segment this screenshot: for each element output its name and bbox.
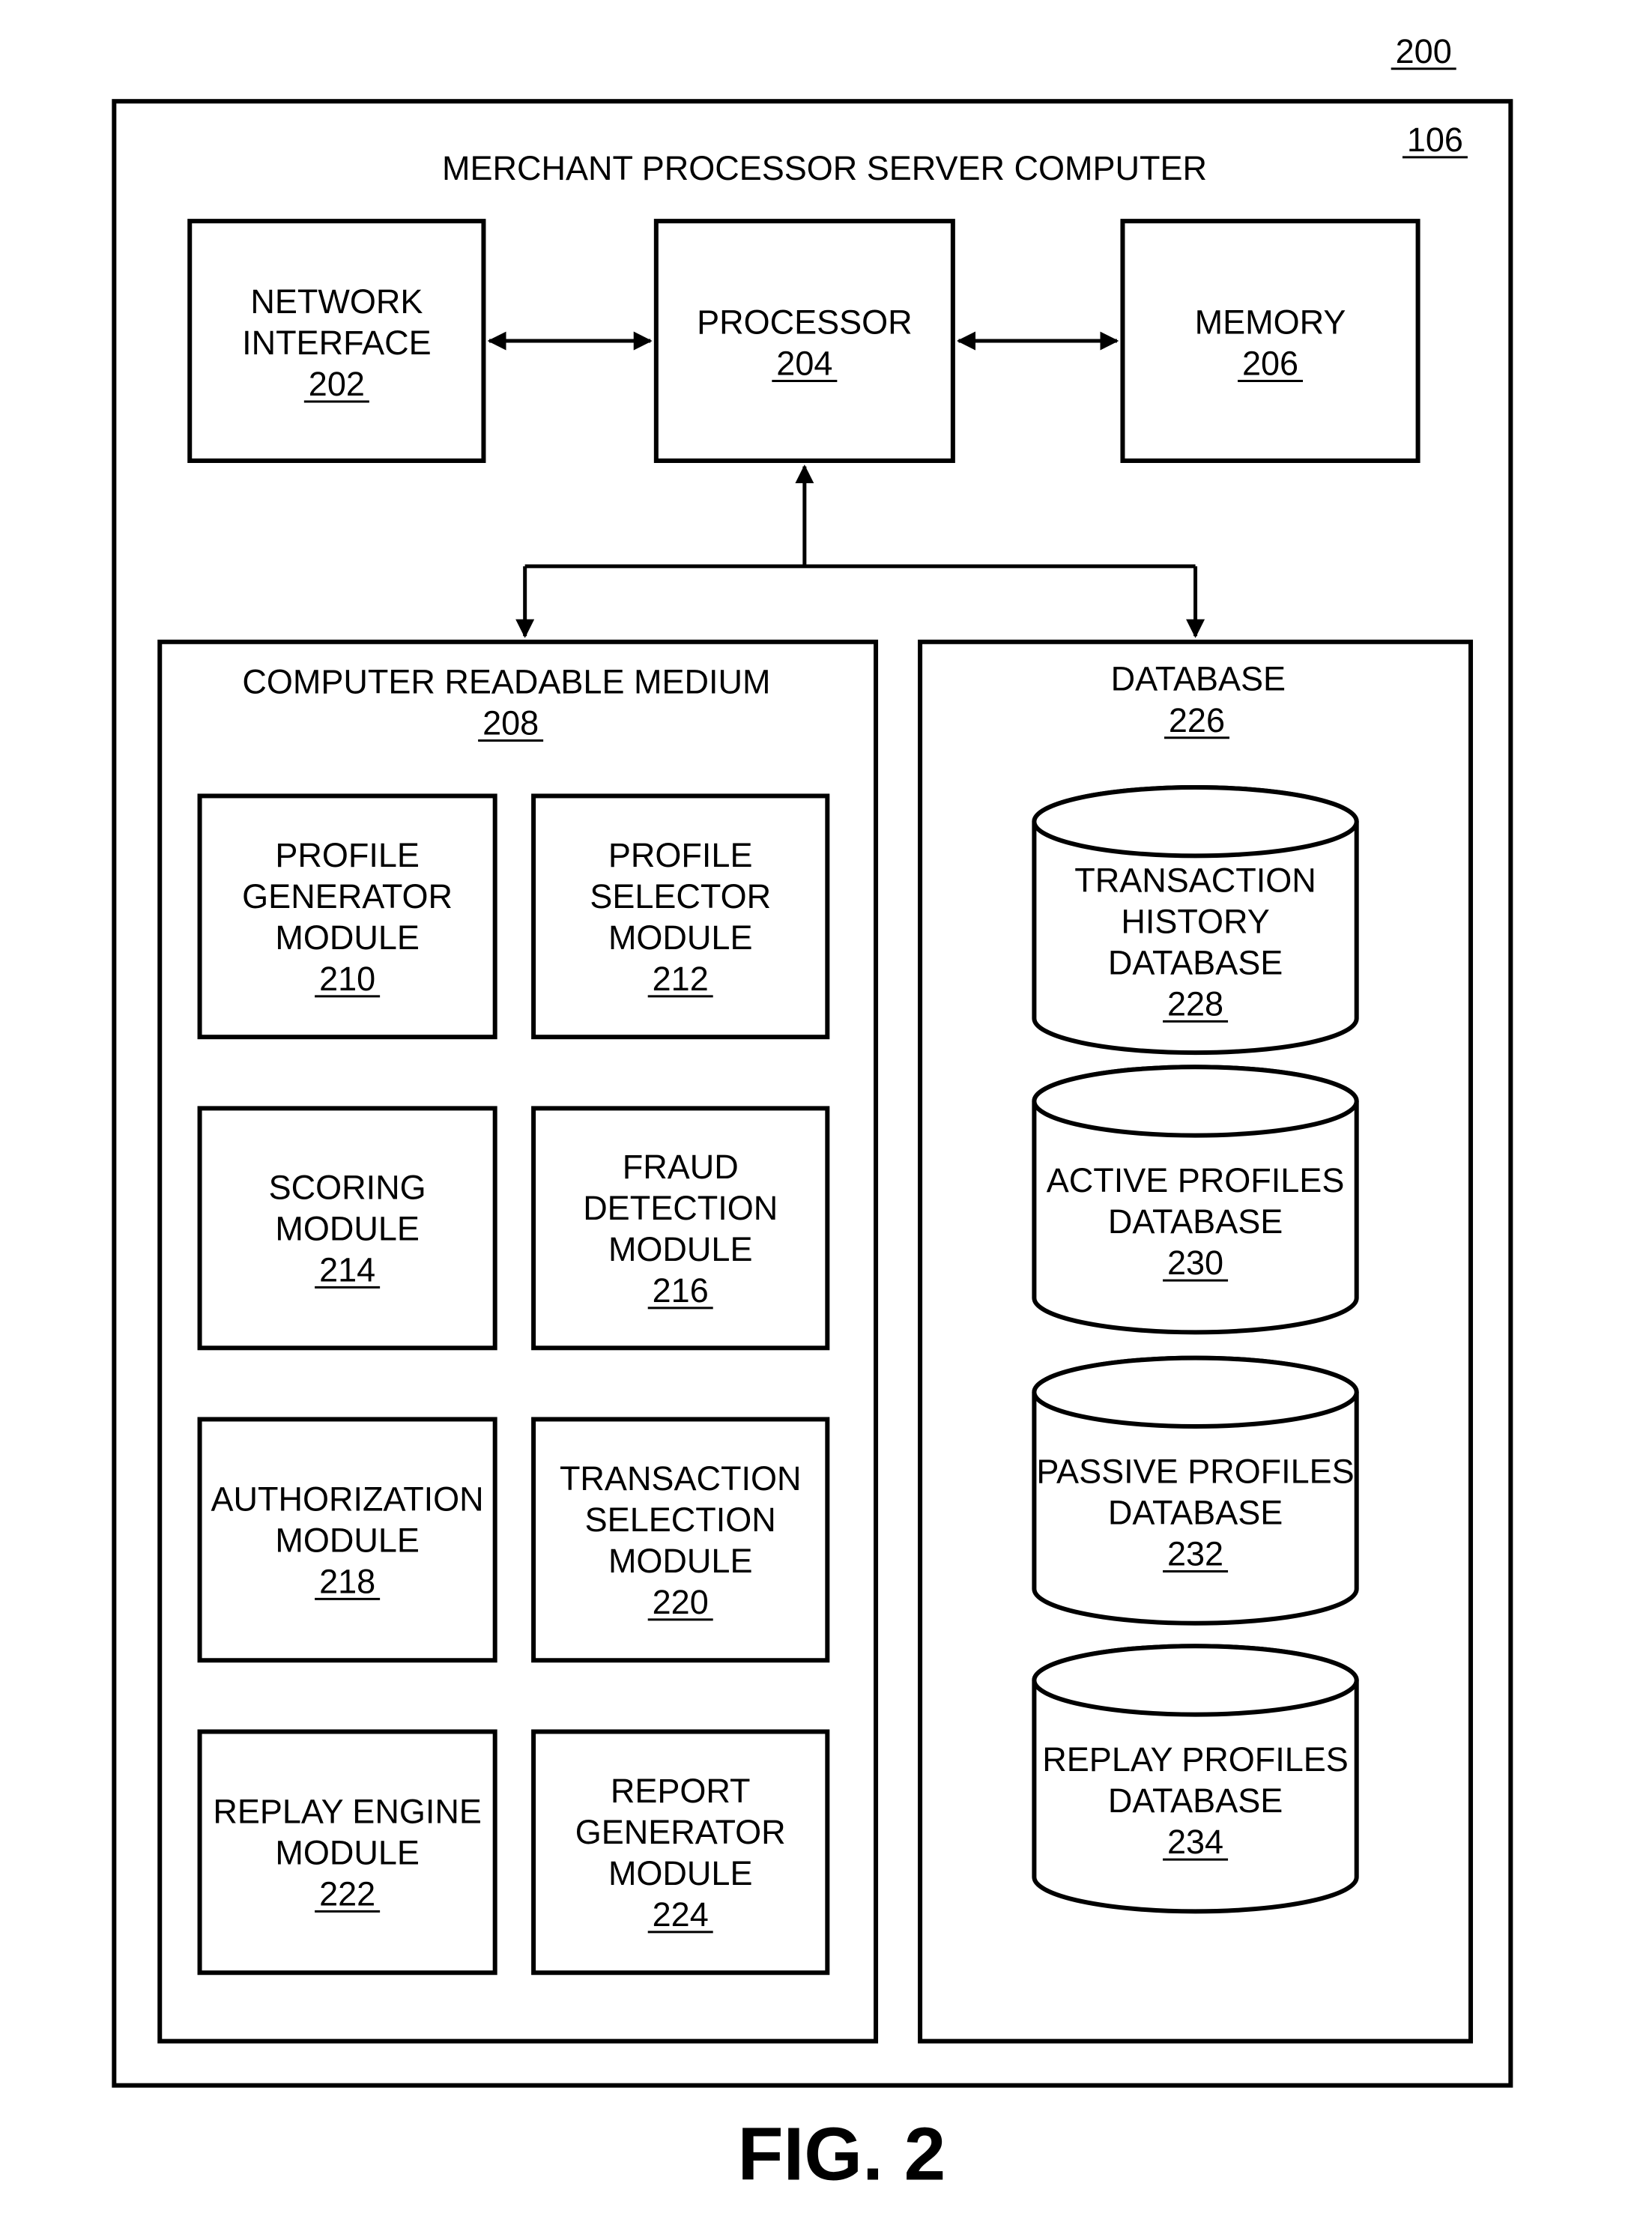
store-ref: 230: [1167, 1244, 1223, 1282]
module-label-line: REPORT: [611, 1772, 751, 1810]
store-label-line: REPLAY PROFILES: [1042, 1740, 1349, 1779]
module-label-line: PROFILE: [608, 836, 753, 874]
module-ref: 216: [653, 1271, 709, 1310]
crm-ref: 208: [482, 704, 539, 742]
memory-ref: 206: [1242, 344, 1298, 382]
module-label-line: PROFILE: [275, 836, 420, 874]
module-label-line: MODULE: [608, 1542, 753, 1580]
store-ref: 232: [1167, 1535, 1223, 1573]
module-box: [531, 1106, 830, 1351]
server-ref: 106: [1407, 121, 1463, 159]
module-label-line: MODULE: [608, 918, 753, 957]
store-label-line: PASSIVE PROFILES: [1036, 1453, 1354, 1491]
store-ref: 228: [1167, 984, 1223, 1023]
module-ref: 222: [319, 1874, 375, 1913]
database-cylinder: [1032, 1644, 1359, 1914]
crm-title: COMPUTER READABLE MEDIUM: [242, 662, 770, 700]
module-label-line: SELECTOR: [590, 877, 771, 915]
module-ref: 210: [319, 960, 375, 998]
module-ref: 224: [653, 1895, 709, 1934]
processor-label-line: PROCESSOR: [697, 303, 913, 341]
store-label-line: DATABASE: [1108, 1782, 1283, 1820]
cylinder-top: [1032, 1644, 1359, 1717]
store-label-line: ACTIVE PROFILES: [1047, 1161, 1345, 1199]
module-label-line: MODULE: [608, 1230, 753, 1268]
store-label-line: DATABASE: [1108, 943, 1283, 981]
module-ref: 220: [653, 1583, 709, 1621]
store-label-line: DATABASE: [1108, 1202, 1283, 1241]
store-label-line: HISTORY: [1121, 902, 1269, 940]
memory-label-line: MEMORY: [1195, 303, 1346, 341]
store-label-line: DATABASE: [1108, 1494, 1283, 1532]
module-ref: 214: [319, 1250, 375, 1289]
module-box: [197, 793, 497, 1040]
patent-diagram: 200 MERCHANT PROCESSOR SERVER COMPUTER 106…: [112, 32, 1513, 2196]
module-label-line: REPLAY ENGINE: [213, 1792, 481, 1830]
cylinder-top: [1032, 785, 1359, 859]
module-label-line: MODULE: [275, 1521, 420, 1559]
module-label-line: MODULE: [275, 1209, 420, 1247]
module-box: [531, 1729, 830, 1976]
figure-caption: FIG. 2: [737, 2112, 945, 2196]
module-label-line: GENERATOR: [242, 877, 453, 915]
module-label-line: SCORING: [269, 1168, 426, 1206]
server-title: MERCHANT PROCESSOR SERVER COMPUTER: [442, 149, 1207, 187]
module-label-line: TRANSACTION: [560, 1459, 802, 1498]
store-label-line: TRANSACTION: [1074, 861, 1316, 899]
network-label-line: INTERFACE: [242, 324, 432, 362]
figure-ref: 200: [1396, 32, 1452, 70]
module-ref: 212: [653, 960, 709, 998]
database-cylinder: [1032, 1355, 1359, 1626]
database-title: DATABASE: [1111, 660, 1286, 698]
module-label-line: MODULE: [275, 1833, 420, 1871]
cylinder-top: [1032, 1065, 1359, 1138]
module-label-line: MODULE: [608, 1854, 753, 1892]
module-box: [531, 1417, 830, 1663]
network-label-line: NETWORK: [250, 282, 423, 321]
cylinder-top: [1032, 1355, 1359, 1429]
module-label-line: FRAUD: [623, 1148, 739, 1186]
module-label-line: MODULE: [275, 918, 420, 957]
module-label-line: AUTHORIZATION: [211, 1480, 484, 1518]
network-ref: 202: [309, 365, 365, 403]
module-label-line: GENERATOR: [575, 1813, 786, 1851]
database-ref: 226: [1169, 701, 1225, 739]
module-label-line: SELECTION: [585, 1501, 776, 1539]
module-label-line: DETECTION: [583, 1189, 778, 1227]
module-ref: 218: [319, 1562, 375, 1600]
module-box: [531, 793, 830, 1040]
database-cylinder: [1032, 1065, 1359, 1335]
store-ref: 234: [1167, 1823, 1223, 1861]
processor-ref: 204: [776, 344, 832, 382]
